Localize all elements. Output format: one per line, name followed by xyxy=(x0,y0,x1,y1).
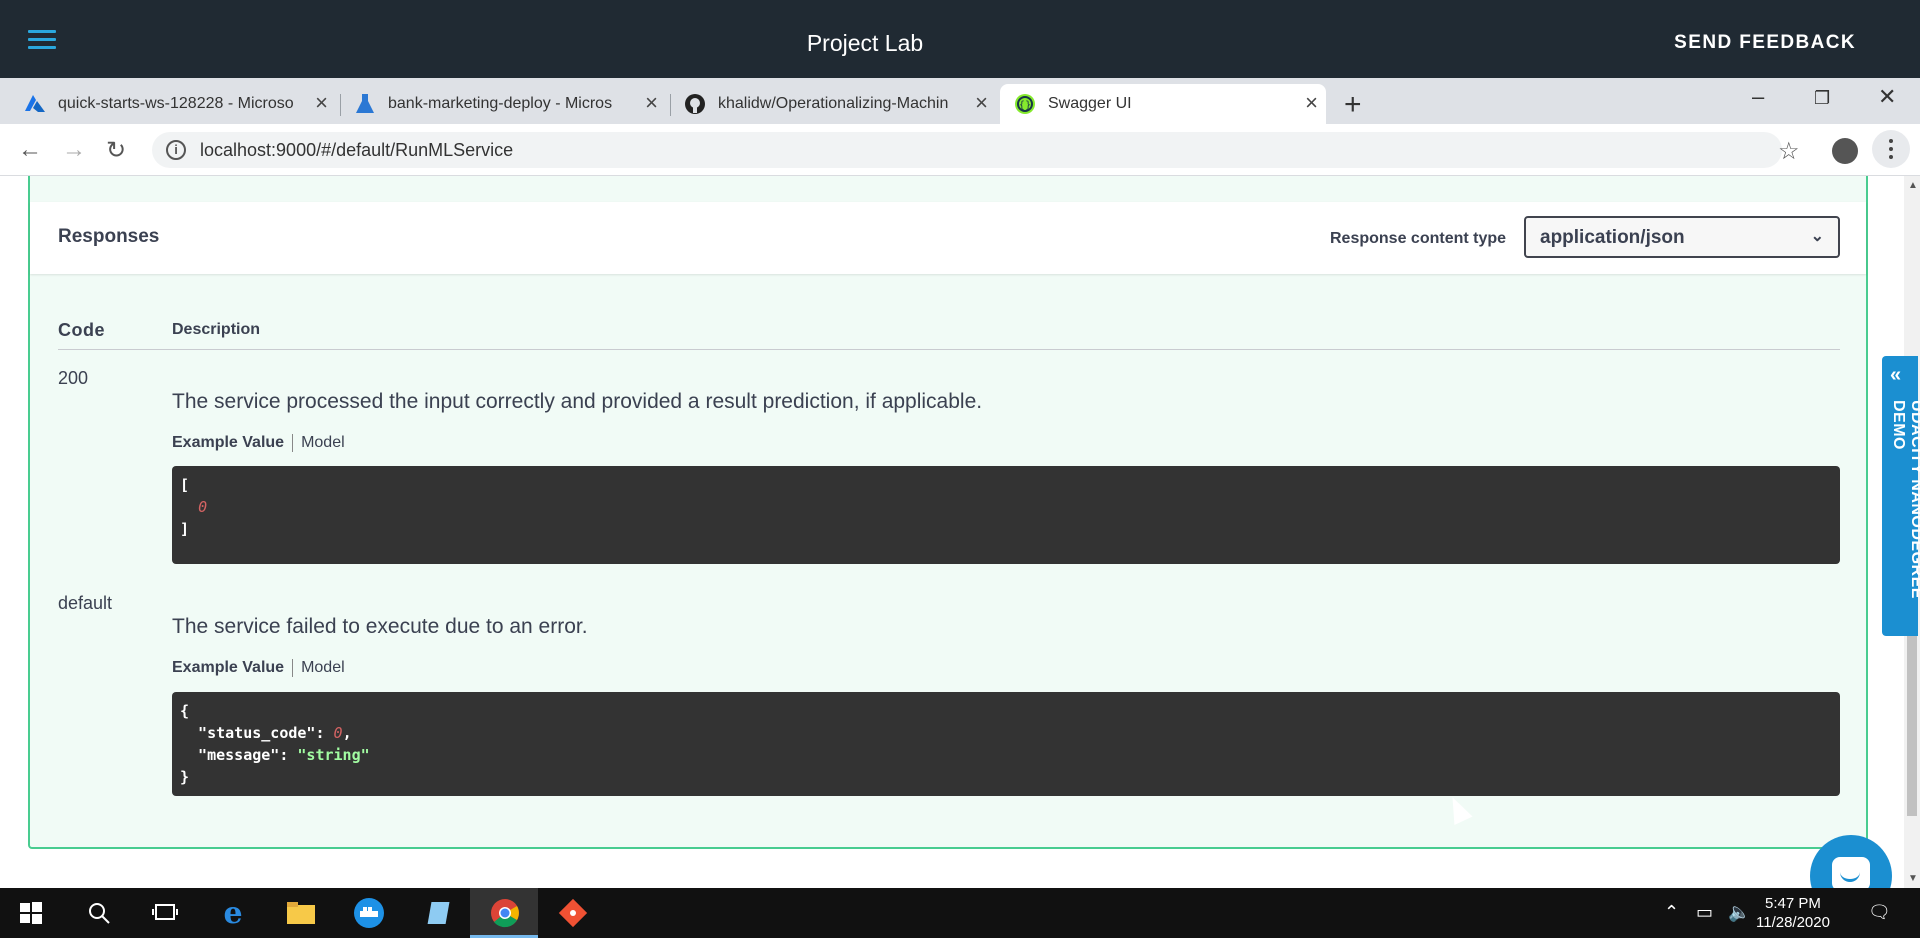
azure-ml-icon xyxy=(354,93,376,115)
browser-tab[interactable]: quick-starts-ws-128228 - Microso × xyxy=(24,84,336,124)
responses-header: Responses Response content type applicat… xyxy=(30,202,1866,274)
operation-block: Responses Response content type applicat… xyxy=(28,176,1868,849)
swagger-page: Responses Response content type applicat… xyxy=(0,176,1904,888)
app-header: Project Lab SEND FEEDBACK xyxy=(0,0,1920,78)
tab-title: Swagger UI xyxy=(1048,95,1132,112)
system-clock[interactable]: 5:47 PM 11/28/2020 xyxy=(1756,894,1830,932)
close-window-icon[interactable]: ✕ xyxy=(1878,84,1896,110)
new-tab-button[interactable]: + xyxy=(1344,88,1362,122)
model-tab[interactable]: Model xyxy=(301,434,345,452)
chat-bubble-icon xyxy=(1832,857,1870,891)
content-type-select[interactable]: application/json ⌄ xyxy=(1524,216,1840,258)
search-icon[interactable] xyxy=(82,896,116,930)
responses-table-header: Code Description xyxy=(58,314,1840,350)
profile-avatar-icon[interactable] xyxy=(1832,138,1858,164)
browser-tab-strip: quick-starts-ws-128228 - Microso × bank-… xyxy=(0,78,1920,124)
tab-title: bank-marketing-deploy - Micros xyxy=(388,95,613,112)
swagger-icon: {} xyxy=(1014,93,1036,115)
internet-explorer-icon[interactable]: e xyxy=(216,896,250,931)
svg-text:{}: {} xyxy=(1019,100,1032,111)
response-code: default xyxy=(58,593,113,613)
app-title: Project Lab xyxy=(806,30,924,56)
ribbon-label: UDACITY NANODEGREE DEMO xyxy=(1890,400,1920,599)
clock-time: 5:47 PM xyxy=(1765,895,1821,912)
scrollbar-thumb[interactable] xyxy=(1907,636,1917,816)
notepad-icon[interactable] xyxy=(420,896,454,930)
scroll-up-icon[interactable]: ▲ xyxy=(1908,180,1918,191)
tab-title: quick-starts-ws-128228 - Microso xyxy=(58,95,294,112)
double-chevron-left-icon: « xyxy=(1890,364,1902,386)
content-type-label: Response content type xyxy=(1330,230,1507,247)
example-model-tabs: Example Value Model xyxy=(172,659,345,677)
tab-separator xyxy=(670,94,671,116)
col-description: Description xyxy=(172,321,261,338)
windows-start-icon[interactable] xyxy=(14,896,48,930)
browser-tab-active[interactable]: {} Swagger UI × xyxy=(1000,84,1326,124)
url-text[interactable]: localhost:9000/#/default/RunMLService xyxy=(200,140,513,161)
minimize-icon[interactable]: – xyxy=(1752,84,1764,110)
network-icon[interactable]: ▭ xyxy=(1696,902,1713,923)
response-code: 200 xyxy=(58,368,89,388)
action-center-icon[interactable]: 🗨 xyxy=(1868,902,1891,923)
clock-date: 11/28/2020 xyxy=(1756,914,1830,931)
git-icon[interactable] xyxy=(556,896,590,930)
tab-separator xyxy=(340,94,341,116)
content-type-value: application/json xyxy=(1540,227,1685,248)
example-value-code: [ 0 ] xyxy=(172,466,1840,564)
close-tab-icon[interactable]: × xyxy=(975,92,988,114)
close-tab-icon[interactable]: × xyxy=(315,92,328,114)
site-info-icon[interactable]: i xyxy=(166,140,186,160)
github-icon xyxy=(684,93,706,115)
close-tab-icon[interactable]: × xyxy=(645,92,658,114)
response-description: The service failed to execute due to an … xyxy=(172,615,588,638)
tab-title: khalidw/Operationalizing-Machin xyxy=(718,95,949,112)
task-view-icon[interactable] xyxy=(148,896,182,930)
browser-tab[interactable]: khalidw/Operationalizing-Machin × xyxy=(684,84,996,124)
model-tab[interactable]: Model xyxy=(301,659,345,677)
chevron-down-icon: ⌄ xyxy=(1810,228,1824,245)
address-bar-row: ← → ↻ i localhost:9000/#/default/RunMLSe… xyxy=(0,124,1920,176)
example-value-tab[interactable]: Example Value xyxy=(172,434,292,452)
forward-arrow-icon[interactable]: → xyxy=(62,136,86,164)
volume-muted-icon[interactable]: 🔈 xyxy=(1728,902,1750,923)
responses-heading: Responses xyxy=(58,226,160,247)
col-code: Code xyxy=(58,320,105,340)
bookmark-star-icon[interactable]: ☆ xyxy=(1778,137,1800,166)
restore-icon[interactable]: ❐ xyxy=(1814,88,1830,109)
back-arrow-icon[interactable]: ← xyxy=(18,136,42,164)
close-tab-icon[interactable]: × xyxy=(1305,92,1318,114)
response-description: The service processed the input correctl… xyxy=(172,390,983,413)
scroll-down-icon[interactable]: ▼ xyxy=(1908,873,1918,884)
browser-tab[interactable]: bank-marketing-deploy - Micros × xyxy=(354,84,666,124)
file-explorer-icon[interactable] xyxy=(284,896,318,930)
example-value-code: { "status_code": 0, "message": "string" … xyxy=(172,692,1840,796)
chrome-icon[interactable] xyxy=(488,896,522,930)
azure-icon xyxy=(24,93,46,115)
example-model-tabs: Example Value Model xyxy=(172,434,345,452)
send-feedback-button[interactable]: SEND FEEDBACK xyxy=(1674,32,1856,54)
omnibox[interactable]: i localhost:9000/#/default/RunMLService xyxy=(152,132,1782,168)
udacity-ribbon[interactable]: « UDACITY NANODEGREE DEMO xyxy=(1882,356,1920,636)
reload-icon[interactable]: ↻ xyxy=(106,136,126,165)
windows-taskbar: e ⌃ ▭ 🔈 5:47 PM 11/28/2020 🗨 xyxy=(0,888,1920,938)
chevron-up-icon[interactable]: ⌃ xyxy=(1664,902,1679,923)
docker-icon[interactable] xyxy=(352,896,386,930)
example-value-tab[interactable]: Example Value xyxy=(172,659,292,677)
browser-menu-icon[interactable] xyxy=(1872,130,1910,168)
